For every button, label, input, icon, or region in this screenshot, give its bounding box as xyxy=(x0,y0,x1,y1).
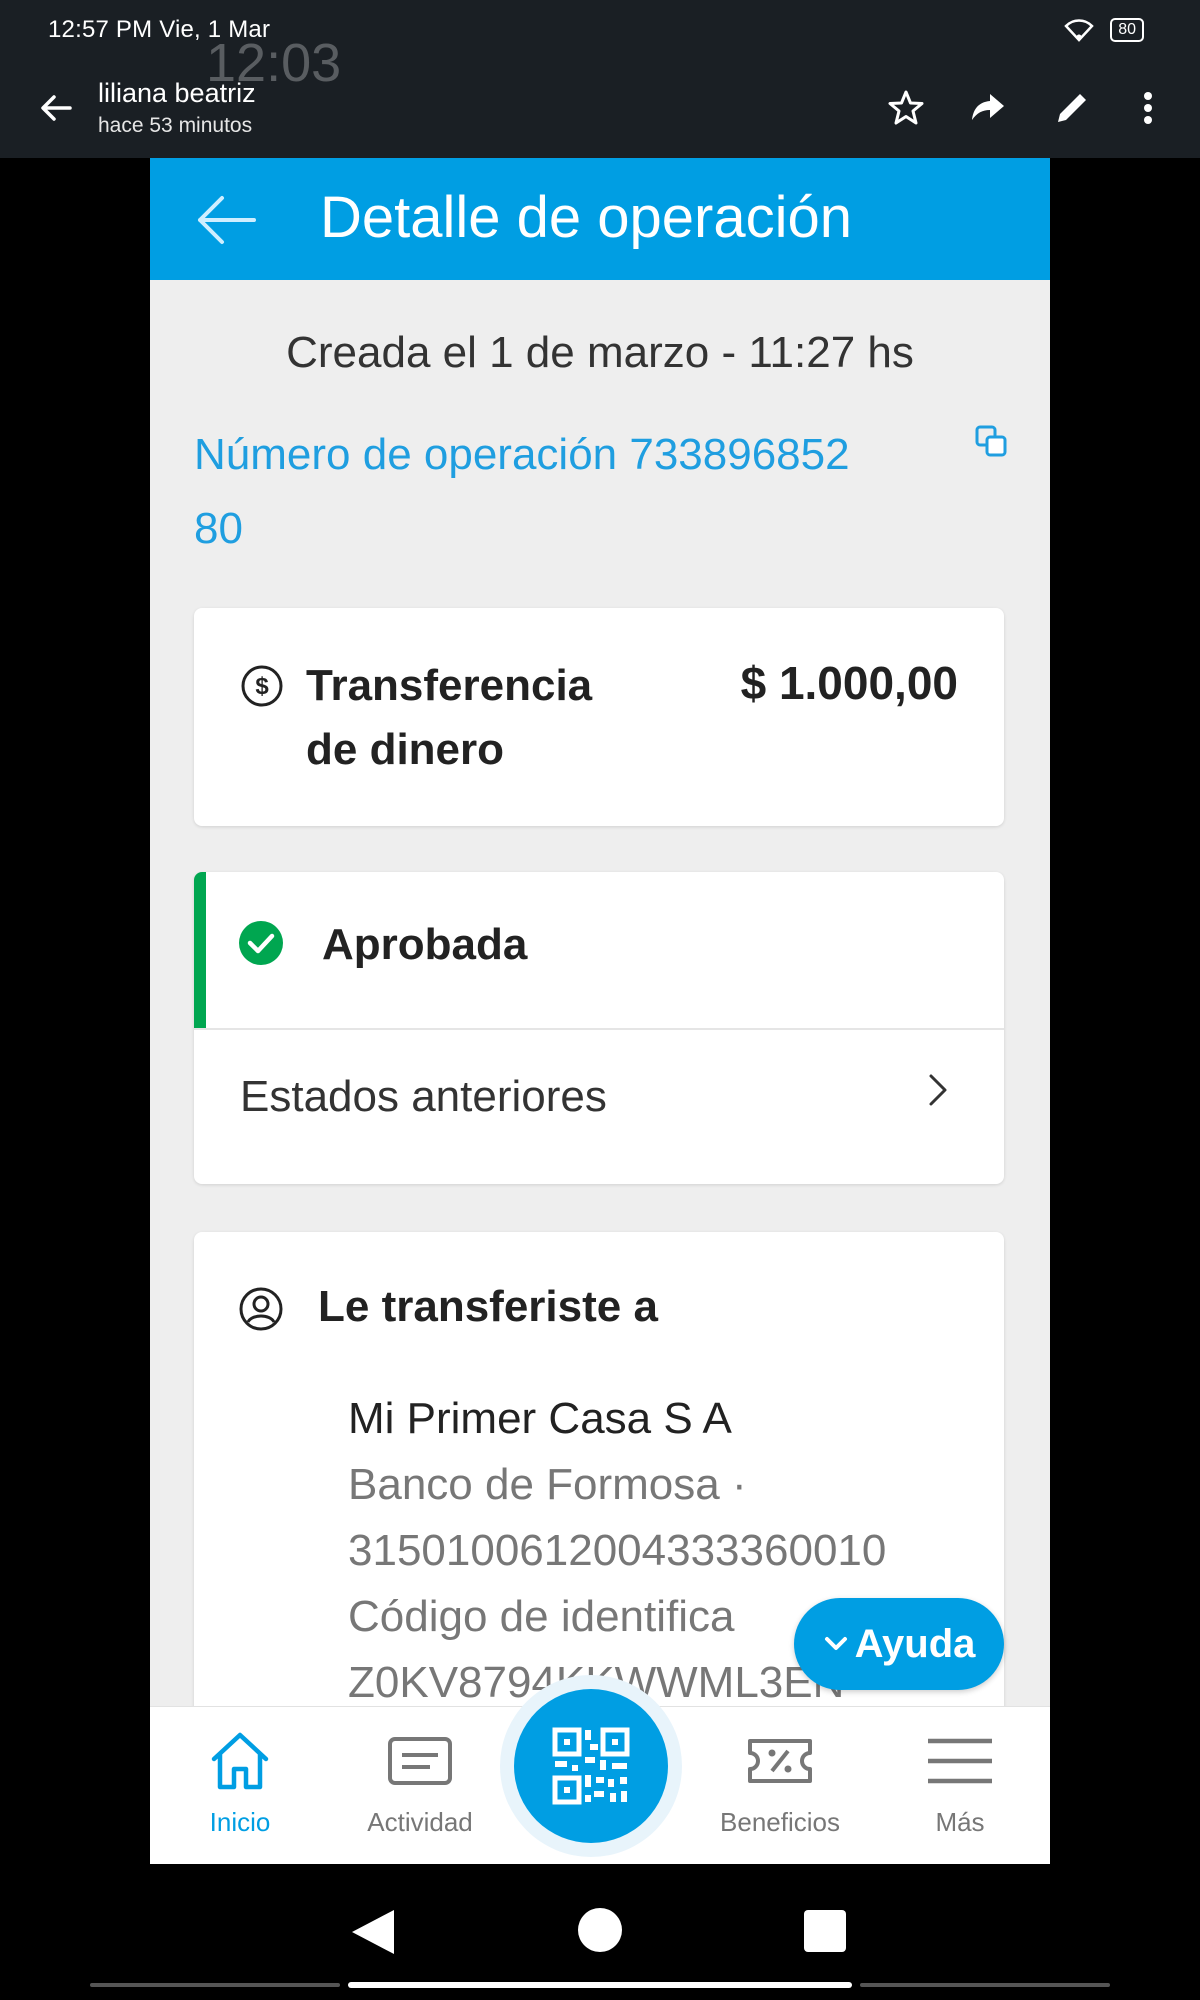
page-title: Detalle de operación xyxy=(320,185,853,250)
status-card: Aprobada Estados anteriores xyxy=(194,872,1004,1184)
nav-activity[interactable]: Actividad xyxy=(340,1707,500,1864)
gesture-line-right xyxy=(860,1983,1110,1987)
status-label: Aprobada xyxy=(322,920,528,969)
nav-activity-label: Actividad xyxy=(367,1807,473,1837)
ticket-percent-icon xyxy=(748,1739,812,1783)
copy-icon[interactable] xyxy=(974,424,1010,460)
operation-number[interactable]: Número de operación 733896852 80 xyxy=(194,418,984,566)
previous-states-link[interactable]: Estados anteriores xyxy=(240,1072,607,1122)
menu-icon xyxy=(928,1738,992,1784)
home-circle-icon[interactable] xyxy=(578,1908,622,1952)
screenshot-status-bar: 12:03 xyxy=(150,28,1050,118)
operation-number-line1: Número de operación 733896852 xyxy=(194,430,850,479)
check-circle-icon xyxy=(239,921,283,965)
dollar-icon: $ xyxy=(241,665,283,707)
nav-benefits[interactable]: Beneficios xyxy=(700,1707,860,1864)
recents-square-icon[interactable] xyxy=(804,1910,846,1952)
transfer-type-line1: Transferencia xyxy=(306,661,593,710)
nav-home[interactable]: Inicio xyxy=(160,1707,320,1864)
transfer-type: Transferencia de dinero xyxy=(306,654,636,782)
back-arrow-icon[interactable] xyxy=(194,188,258,252)
status-bar-icons: 80 xyxy=(1064,18,1144,42)
created-date: Creada el 1 de marzo - 11:27 hs xyxy=(286,328,914,377)
divider xyxy=(194,1028,1004,1030)
back-triangle-icon[interactable] xyxy=(350,1908,396,1956)
status-accent-bar xyxy=(194,872,206,1028)
transfer-amount: $ 1.000,00 xyxy=(740,657,958,709)
recipient-account: 3150100612004333360010 xyxy=(348,1526,887,1575)
chevron-right-icon[interactable] xyxy=(920,1072,956,1108)
transfer-type-line2: de dinero xyxy=(306,725,505,774)
gesture-pill[interactable] xyxy=(348,1982,852,1988)
edit-pencil-icon[interactable] xyxy=(1052,88,1092,128)
qr-code-icon xyxy=(552,1727,630,1805)
nav-home-label: Inicio xyxy=(209,1807,271,1837)
bottom-navigation: Inicio Actividad Beneficios Más xyxy=(150,1675,1050,1864)
svg-text:$: $ xyxy=(255,673,269,700)
screenshot-content: Detalle de operación Creada el 1 de marz… xyxy=(150,158,1050,1864)
app-header: Detalle de operación xyxy=(150,158,1050,280)
system-navigation-bar xyxy=(0,1864,1200,2000)
operation-number-line2: 80 xyxy=(194,504,243,553)
nav-more[interactable]: Más xyxy=(880,1707,1040,1864)
home-icon xyxy=(211,1732,269,1790)
gesture-line-left xyxy=(90,1983,340,1987)
recipient-name: Mi Primer Casa S A xyxy=(348,1394,732,1443)
nav-benefits-label: Beneficios xyxy=(720,1807,840,1837)
wifi-icon xyxy=(1064,19,1094,42)
qr-scan-button[interactable] xyxy=(514,1689,668,1843)
screenshot-time: 12:03 xyxy=(206,33,342,93)
more-vert-icon[interactable] xyxy=(1128,88,1168,128)
help-button[interactable]: Ayuda xyxy=(794,1598,1004,1690)
person-icon xyxy=(239,1287,283,1331)
recipient-bank: Banco de Formosa · xyxy=(348,1460,747,1509)
recipient-heading: Le transferiste a xyxy=(318,1282,658,1331)
recipient-code-label: Código de identifica xyxy=(348,1592,735,1641)
receipt-icon xyxy=(388,1737,452,1785)
transfer-card: $ Transferencia de dinero $ 1.000,00 xyxy=(194,608,1004,826)
back-arrow-icon[interactable] xyxy=(36,88,76,128)
battery-icon: 80 xyxy=(1110,18,1144,42)
help-button-label: Ayuda xyxy=(854,1621,976,1666)
chevron-down-icon xyxy=(824,1637,847,1650)
nav-more-label: Más xyxy=(935,1807,985,1837)
